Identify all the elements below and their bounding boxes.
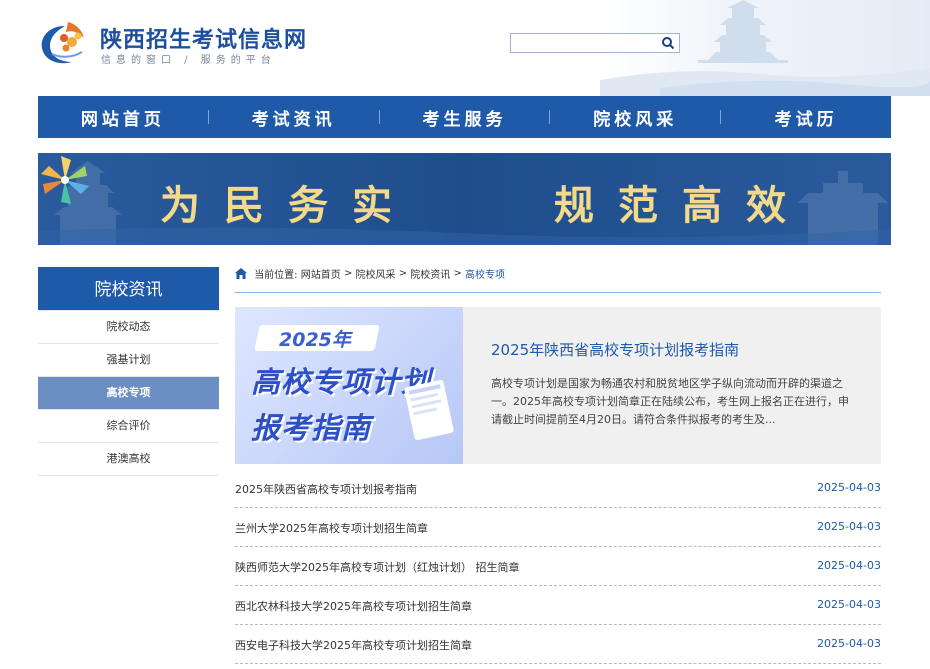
site-subtitle: 信息的窗口 / 服务的平台 xyxy=(101,55,276,66)
nav-item-home[interactable]: 网站首页 xyxy=(38,105,208,130)
sidebar-item-college-news[interactable]: 院校动态 xyxy=(38,311,219,344)
nav-item-college-showcase[interactable]: 院校风采 xyxy=(550,105,720,130)
list-item-date: 2025-04-03 xyxy=(817,637,881,650)
list-item[interactable]: 兰州大学2025年高校专项计划招生简章 2025-04-03 xyxy=(235,508,881,547)
list-item-title[interactable]: 2025年陕西省高校专项计划报考指南 xyxy=(235,481,417,497)
breadcrumb-separator: > xyxy=(343,268,353,279)
featured-image-year: 2025年 xyxy=(279,329,351,351)
sidebar-item-comprehensive-evaluation[interactable]: 综合评价 xyxy=(38,410,219,443)
sidebar-item-strong-base-plan[interactable]: 强基计划 xyxy=(38,344,219,377)
pinwheel-emblem-icon xyxy=(41,156,89,204)
banner: 为民务实 规范高效 xyxy=(38,153,891,245)
list-item-title[interactable]: 西安电子科技大学2025年高校专项计划招生简章 xyxy=(235,637,472,653)
featured-article[interactable]: 2025年 高校专项计划 报考指南 2025年陕西省高校专项计划报考指南 高校专… xyxy=(235,307,881,464)
sidebar-heading: 院校资讯 xyxy=(38,267,219,310)
nav-item-exam-calendar[interactable]: 考试历 xyxy=(721,105,891,130)
search-icon[interactable] xyxy=(659,35,677,51)
list-item-title[interactable]: 西北农林科技大学2025年高校专项计划招生简章 xyxy=(235,598,472,614)
sidebar: 院校资讯 院校动态 强基计划 高校专项 综合评价 港澳高校 xyxy=(38,267,219,476)
list-item-date: 2025-04-03 xyxy=(817,598,881,611)
list-item-title[interactable]: 陕西师范大学2025年高校专项计划（红烛计划） 招生简章 xyxy=(235,559,520,575)
sidebar-list: 院校动态 强基计划 高校专项 综合评价 港澳高校 xyxy=(38,310,219,476)
breadcrumb-current[interactable]: 高校专项 xyxy=(465,270,505,281)
breadcrumb-link-home[interactable]: 网站首页 xyxy=(301,270,341,281)
site-title[interactable]: 陕西招生考试信息网 xyxy=(100,22,307,54)
featured-summary: 高校专项计划是国家为畅通农村和脱贫地区学子纵向流动而开辟的渠道之一。2025年高… xyxy=(491,377,849,426)
main-nav: 网站首页 考试资讯 考生服务 院校风采 考试历 xyxy=(38,96,891,138)
banner-slogan-right: 规范高效 xyxy=(554,182,810,229)
banner-slogan-left: 为民务实 xyxy=(160,182,416,229)
breadcrumb-separator: > xyxy=(398,268,408,279)
list-item-date: 2025-04-03 xyxy=(817,520,881,533)
nav-item-candidate-service[interactable]: 考生服务 xyxy=(380,105,550,130)
list-item[interactable]: 2025年陕西省高校专项计划报考指南 2025-04-03 xyxy=(235,469,881,508)
breadcrumb-link-college-news[interactable]: 院校资讯 xyxy=(410,270,450,281)
featured-title[interactable]: 2025年陕西省高校专项计划报考指南 xyxy=(491,339,739,360)
featured-image-subheadline: 报考指南 xyxy=(251,411,372,445)
breadcrumb-separator: > xyxy=(453,268,462,279)
site-logo[interactable] xyxy=(38,20,92,66)
list-item-date: 2025-04-03 xyxy=(817,559,881,572)
search-box xyxy=(510,33,680,54)
breadcrumb-prefix: 当前位置: xyxy=(254,270,298,281)
home-icon xyxy=(235,268,247,279)
nav-item-exam-news[interactable]: 考试资讯 xyxy=(209,105,379,130)
book-icon xyxy=(404,379,454,441)
breadcrumb: 当前位置: 网站首页 > 院校风采 > 院校资讯 > 高校专项 xyxy=(235,266,881,293)
search-input[interactable] xyxy=(511,36,659,54)
sidebar-item-hk-macau-colleges[interactable]: 港澳高校 xyxy=(38,443,219,476)
list-item-title[interactable]: 兰州大学2025年高校专项计划招生简章 xyxy=(235,520,428,536)
list-item-date: 2025-04-03 xyxy=(817,481,881,494)
site-header: 陕西招生考试信息网 信息的窗口 / 服务的平台 xyxy=(0,0,930,96)
news-list: 2025年陕西省高校专项计划报考指南 2025-04-03 兰州大学2025年高… xyxy=(235,469,881,664)
featured-image[interactable]: 2025年 高校专项计划 报考指南 xyxy=(235,307,463,464)
list-item[interactable]: 西北农林科技大学2025年高校专项计划招生简章 2025-04-03 xyxy=(235,586,881,625)
list-item[interactable]: 陕西师范大学2025年高校专项计划（红烛计划） 招生简章 2025-04-03 xyxy=(235,547,881,586)
sidebar-item-special-program[interactable]: 高校专项 xyxy=(38,377,219,410)
breadcrumb-link-college-showcase[interactable]: 院校风采 xyxy=(356,270,396,281)
list-item[interactable]: 西安电子科技大学2025年高校专项计划招生简章 2025-04-03 xyxy=(235,625,881,664)
